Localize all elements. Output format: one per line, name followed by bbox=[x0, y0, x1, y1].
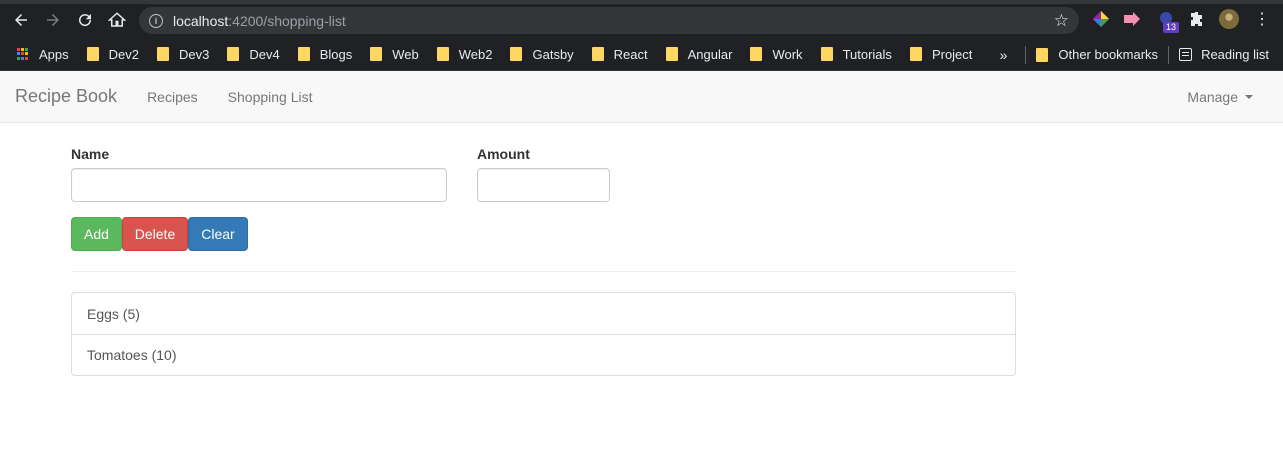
reading-list-button[interactable]: Reading list bbox=[1179, 43, 1283, 67]
bookmark-label: Web bbox=[392, 46, 419, 62]
name-label: Name bbox=[71, 146, 110, 162]
folder-icon bbox=[510, 47, 523, 61]
divider bbox=[71, 271, 1016, 272]
folder-icon bbox=[750, 47, 763, 61]
profile-avatar[interactable] bbox=[1219, 9, 1239, 29]
bookmark-label: Work bbox=[772, 46, 803, 62]
bookmark-dev4[interactable]: Dev4 bbox=[217, 42, 287, 66]
list-item[interactable]: Tomatoes (10) bbox=[72, 334, 1015, 375]
extensions-icon[interactable] bbox=[1187, 9, 1207, 29]
folder-icon bbox=[297, 47, 310, 61]
folder-icon bbox=[820, 47, 833, 61]
bookmark-label: Web2 bbox=[458, 46, 493, 62]
folder-icon bbox=[909, 47, 922, 61]
bookmarks-overflow-chevron-icon[interactable]: » bbox=[1000, 47, 1008, 63]
url-host: localhost bbox=[173, 12, 229, 29]
bookmark-react[interactable]: React bbox=[582, 42, 656, 66]
bookmark-dev2[interactable]: Dev2 bbox=[77, 42, 147, 66]
bookmark-blogs[interactable]: Blogs bbox=[288, 42, 361, 66]
delete-button[interactable]: Delete bbox=[122, 217, 188, 251]
list-item[interactable]: Eggs (5) bbox=[72, 293, 1015, 334]
back-icon[interactable] bbox=[5, 4, 37, 36]
url-path: :4200/shopping-list bbox=[228, 12, 346, 29]
reading-list-icon bbox=[1179, 48, 1193, 61]
shopping-list: Eggs (5) Tomatoes (10) bbox=[71, 292, 1016, 376]
folder-icon bbox=[86, 47, 99, 61]
bookmarks-bar: Apps Dev2 Dev3 Dev4 Blogs Web Web2 Gatsb… bbox=[0, 38, 1283, 71]
bookmark-apps[interactable]: Apps bbox=[13, 42, 77, 66]
clear-button[interactable]: Clear bbox=[188, 217, 248, 251]
caret-down-icon bbox=[1245, 95, 1253, 99]
home-icon[interactable] bbox=[101, 4, 133, 36]
browser-toolbar: i localhost:4200/shopping-list ☆ 13 ⋮ bbox=[0, 0, 1283, 38]
folder-icon bbox=[370, 47, 383, 61]
folder-icon bbox=[157, 47, 169, 61]
nav-link-shopping-list[interactable]: Shopping List bbox=[213, 89, 328, 105]
bookmark-label: Project bbox=[931, 46, 973, 62]
star-icon[interactable]: ☆ bbox=[1054, 11, 1069, 31]
menu-kebab-icon[interactable]: ⋮ bbox=[1252, 9, 1272, 29]
apps-grid-icon bbox=[17, 48, 29, 60]
bookmark-other[interactable]: Other bookmarks bbox=[1036, 43, 1166, 67]
bookmark-dev3[interactable]: Dev3 bbox=[147, 42, 217, 66]
bookmark-angular[interactable]: Angular bbox=[656, 42, 741, 66]
bookmark-label: React bbox=[613, 46, 648, 62]
add-button[interactable]: Add bbox=[71, 217, 122, 251]
amount-input[interactable] bbox=[477, 168, 610, 202]
bookmarks-right: » Other bookmarks Reading list bbox=[1000, 38, 1283, 71]
name-input[interactable] bbox=[71, 168, 447, 202]
bookmark-label: Tutorials bbox=[842, 46, 892, 62]
bookmark-web2[interactable]: Web2 bbox=[427, 42, 501, 66]
reload-icon[interactable] bbox=[69, 4, 101, 36]
arrow-extension-icon[interactable] bbox=[1122, 9, 1142, 29]
url-text: localhost:4200/shopping-list bbox=[173, 13, 346, 29]
navbar-brand[interactable]: Recipe Book bbox=[15, 86, 117, 107]
amount-label: Amount bbox=[477, 146, 530, 162]
folder-icon bbox=[591, 47, 604, 61]
color-wheel-extension-icon[interactable] bbox=[1091, 9, 1111, 29]
address-bar[interactable]: i localhost:4200/shopping-list ☆ bbox=[139, 7, 1079, 34]
bookmark-label: Angular bbox=[687, 46, 733, 62]
forward-icon[interactable] bbox=[37, 4, 69, 36]
bookmarks-separator bbox=[1168, 45, 1170, 64]
folder-icon bbox=[436, 47, 449, 61]
bookmark-tutorials[interactable]: Tutorials bbox=[811, 42, 900, 66]
bookmark-label: Dev2 bbox=[108, 46, 139, 62]
reading-list-label: Reading list bbox=[1201, 47, 1269, 62]
bookmarks-separator bbox=[1025, 45, 1027, 64]
bookmark-label: Dev4 bbox=[249, 46, 280, 62]
bookmark-work[interactable]: Work bbox=[740, 42, 810, 66]
bookmark-label: Apps bbox=[39, 46, 69, 62]
info-icon[interactable]: i bbox=[149, 13, 163, 28]
bookmark-project[interactable]: Project bbox=[900, 42, 980, 66]
folder-icon bbox=[227, 47, 240, 61]
nav-link-recipes[interactable]: Recipes bbox=[132, 89, 213, 105]
app-navbar: Recipe Book Recipes Shopping List Manage bbox=[0, 71, 1283, 123]
bookmark-web[interactable]: Web bbox=[360, 42, 427, 66]
extension-badge: 13 bbox=[1163, 22, 1180, 33]
bookmark-label: Dev3 bbox=[179, 46, 210, 62]
shopping-list-page: Name Amount Add Delete Clear Eggs (5) To… bbox=[0, 123, 1283, 468]
bookmark-gatsby[interactable]: Gatsby bbox=[500, 42, 581, 66]
folder-icon bbox=[1036, 47, 1049, 62]
bookmark-label: Gatsby bbox=[532, 46, 574, 62]
manage-dropdown[interactable]: Manage bbox=[1187, 89, 1253, 105]
manage-label: Manage bbox=[1187, 89, 1238, 105]
bookmark-label: Blogs bbox=[319, 46, 353, 62]
bookmark-label: Other bookmarks bbox=[1058, 47, 1159, 62]
folder-icon bbox=[665, 47, 678, 61]
